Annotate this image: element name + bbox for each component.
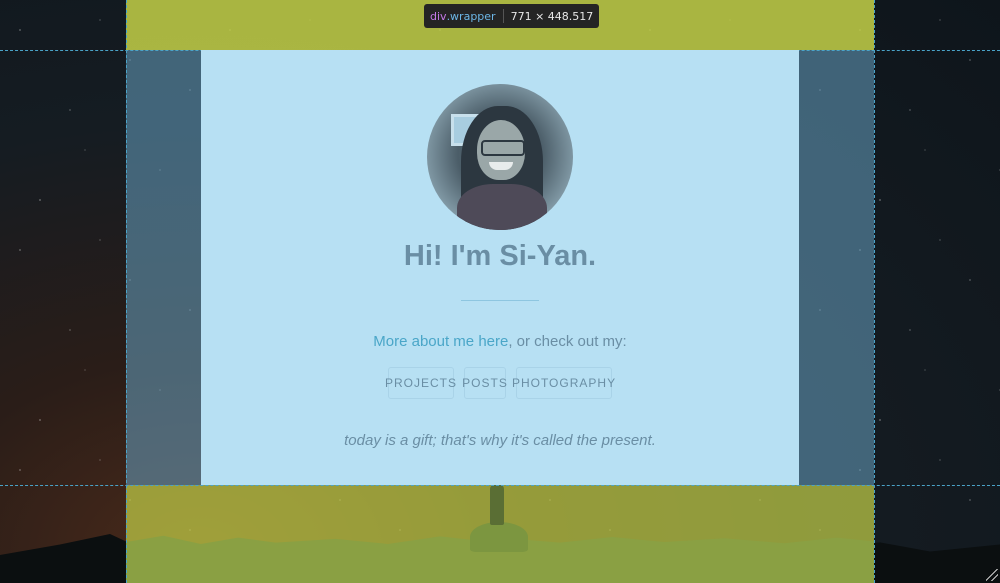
about-me-link[interactable]: More about me here	[373, 333, 508, 350]
devtools-tooltip-separator	[502, 9, 504, 23]
intro-text: More about me here, or check out my:	[201, 333, 799, 350]
projects-button[interactable]: PROJECTS	[385, 367, 456, 399]
title-divider	[461, 300, 539, 301]
page: Hi! I'm Si-Yan. More about me here, or c…	[0, 0, 1000, 583]
shoulders-shape	[457, 184, 547, 230]
posts-button[interactable]: POSTS	[462, 367, 507, 399]
intro-rest-text: , or check out my:	[508, 333, 627, 350]
resize-grip-icon[interactable]	[986, 569, 998, 581]
page-title: Hi! I'm Si-Yan.	[403, 240, 597, 272]
nav-button-row: PROJECTS POSTS PHOTOGRAPHY	[201, 367, 799, 399]
devtools-element-tooltip: div .wrapper 771 × 448.517	[424, 4, 600, 28]
photography-button[interactable]: PHOTOGRAPHY	[512, 367, 615, 399]
devtools-tag-name: div	[430, 9, 447, 23]
glasses-shape	[481, 140, 525, 156]
tagline-quote: today is a gift; that's why it's called …	[344, 432, 656, 449]
rock-silhouette	[470, 522, 528, 552]
avatar	[427, 84, 573, 230]
devtools-guide-right	[874, 0, 875, 583]
person-silhouette	[490, 485, 504, 525]
wrapper-content: Hi! I'm Si-Yan. More about me here, or c…	[201, 50, 799, 485]
devtools-guide-left	[126, 0, 127, 583]
devtools-class-name: .wrapper	[446, 9, 496, 23]
devtools-dimensions: 771 × 448.517	[510, 9, 594, 23]
devtools-guide-bottom	[0, 485, 1000, 486]
